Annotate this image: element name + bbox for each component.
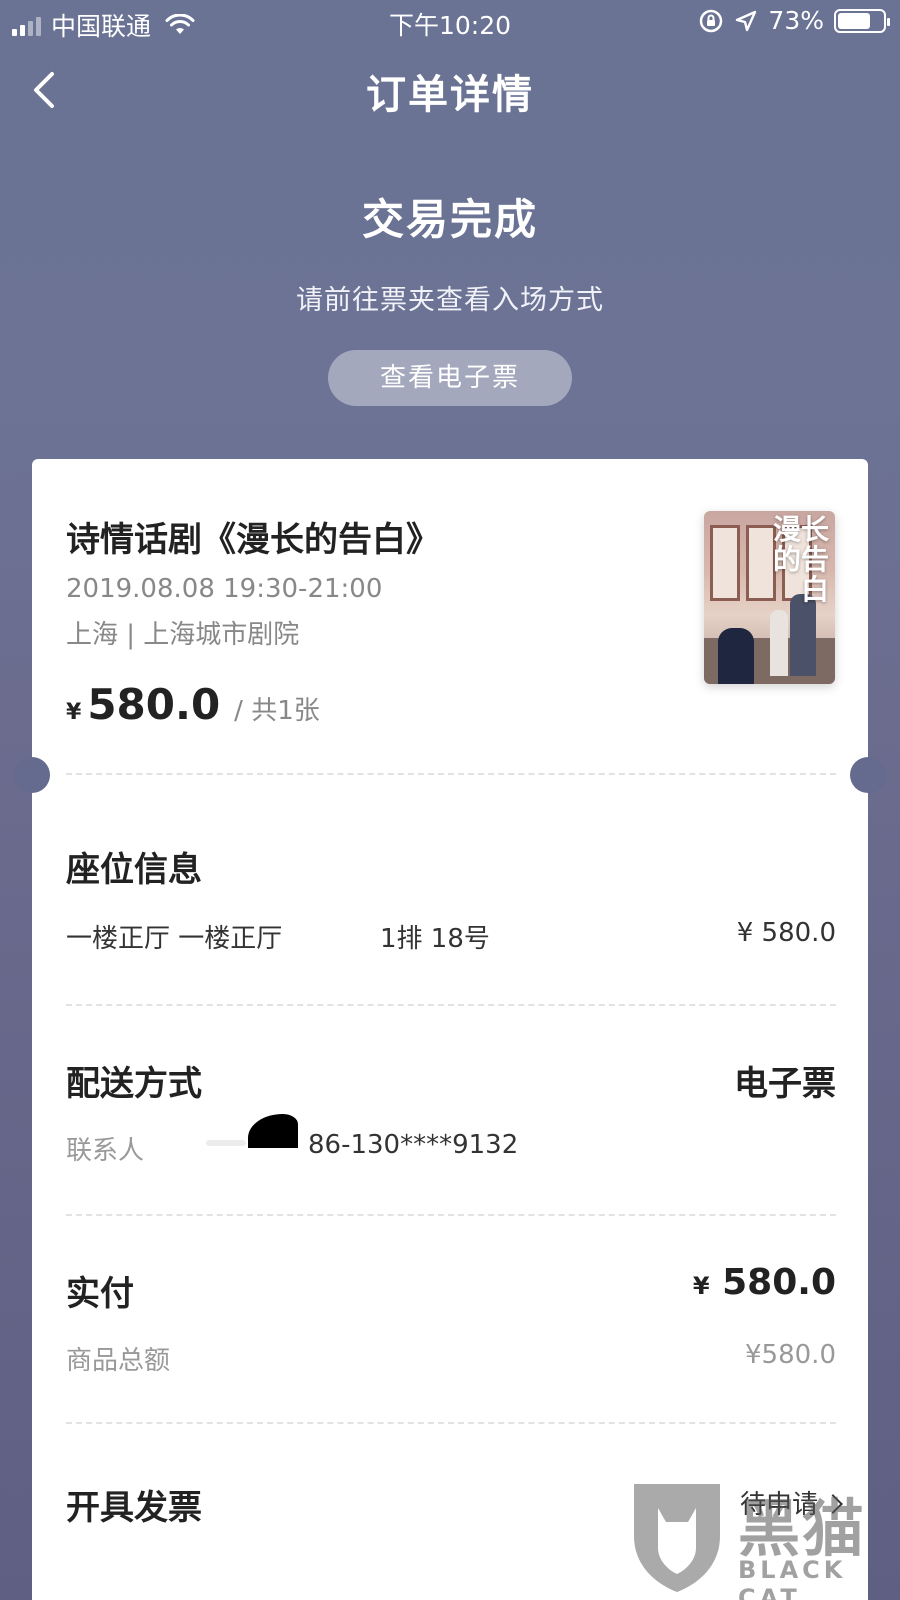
price-currency: ¥ xyxy=(66,700,82,725)
show-title: 诗情话剧《漫长的告白》 xyxy=(66,520,440,560)
show-datetime: 2019.08.08 19:30-21:00 xyxy=(66,574,383,604)
delivery-method: 电子票 xyxy=(734,1064,836,1104)
watermark-text: 黑猫 xyxy=(738,1492,867,1565)
ticket-notch-left xyxy=(14,757,50,793)
battery-icon xyxy=(834,8,890,33)
watermark-logo: 黑猫 BLACK CAT xyxy=(628,1478,900,1600)
status-right: 73% xyxy=(698,6,890,35)
seat-price: ¥ 580.0 xyxy=(736,918,836,948)
battery-fill xyxy=(838,12,871,29)
paid-value: 580.0 xyxy=(722,1262,836,1303)
rotation-lock-icon xyxy=(700,9,723,32)
subtotal-label: 商品总额 xyxy=(66,1346,171,1376)
paid-amount: ¥ 580.0 xyxy=(560,1262,836,1303)
divider xyxy=(66,1004,836,1006)
seat-area: 一楼正厅 一楼正厅 xyxy=(66,924,283,954)
delivery-section-title: 配送方式 xyxy=(66,1064,202,1104)
divider xyxy=(66,1214,836,1216)
ticket-notch-right xyxy=(850,757,886,793)
show-poster[interactable]: 漫长的告白 xyxy=(704,511,835,684)
location-arrow-icon xyxy=(736,10,757,31)
poster-title: 漫长的告白 xyxy=(772,513,829,606)
cat-shield-icon xyxy=(634,1484,720,1592)
page-title: 订单详情 xyxy=(366,72,534,118)
invoice-section-title: 开具发票 xyxy=(66,1488,202,1528)
divider xyxy=(66,1422,836,1424)
price-value: 580.0 xyxy=(87,680,221,729)
paid-currency: ¥ xyxy=(692,1272,710,1300)
divider xyxy=(66,773,836,775)
ticket-quantity: / 共1张 xyxy=(234,696,320,726)
battery-percent: 73% xyxy=(768,6,824,35)
contact-name-redacted xyxy=(206,1140,246,1146)
order-hint: 请前往票夹查看入场方式 xyxy=(296,285,604,316)
seat-section-title: 座位信息 xyxy=(66,850,202,890)
payment-section-title: 实付 xyxy=(66,1274,134,1314)
status-bar: 中国联通 下午10:20 73% xyxy=(0,0,900,44)
contact-label: 联系人 xyxy=(66,1136,145,1166)
seat-position: 1排 18号 xyxy=(380,924,490,954)
subtotal-value: ¥580.0 xyxy=(745,1340,836,1370)
show-price: ¥ 580.0 / 共1张 xyxy=(66,680,320,729)
order-status: 交易完成 xyxy=(361,195,538,244)
contact-phone: 86-130****9132 xyxy=(308,1130,519,1160)
view-eticket-button[interactable]: 查看电子票 xyxy=(328,350,572,406)
show-venue: 上海 | 上海城市剧院 xyxy=(66,620,300,650)
watermark-subtext: BLACK CAT xyxy=(738,1556,847,1600)
